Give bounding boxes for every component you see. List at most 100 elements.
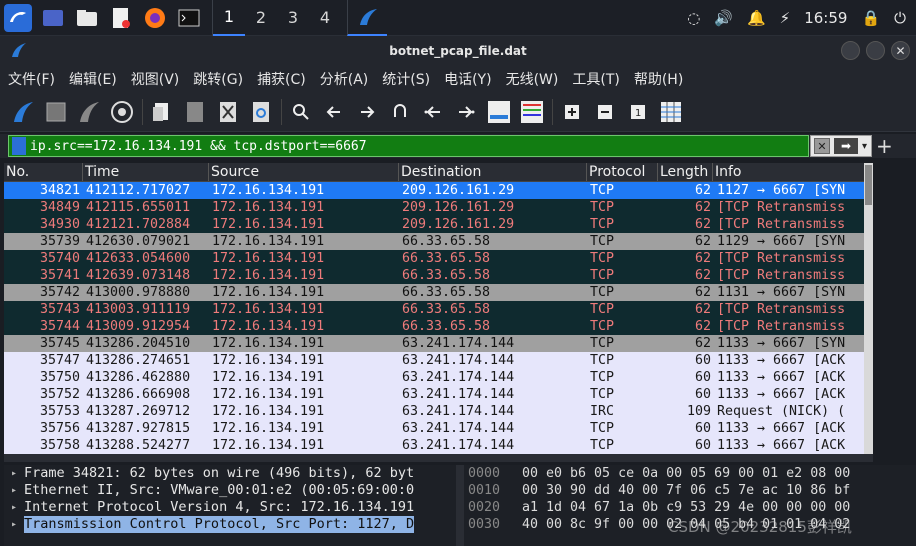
- menu-telephony[interactable]: 电话(Y): [444, 69, 491, 89]
- terminal-icon[interactable]: [176, 5, 202, 31]
- open-file-icon[interactable]: [149, 99, 175, 125]
- column-source[interactable]: Source: [209, 163, 399, 181]
- menu-edit[interactable]: 编辑(E): [69, 69, 117, 89]
- menu-file[interactable]: 文件(F): [8, 69, 55, 89]
- reload-file-icon[interactable]: [248, 99, 274, 125]
- volume-icon[interactable]: 🔊: [714, 9, 733, 27]
- packet-time-cell: 412115.655011: [86, 200, 191, 215]
- packet-row[interactable]: 34849 412115.655011 172.16.134.191 209.126.…: [4, 199, 864, 216]
- pane-splitter[interactable]: [4, 454, 873, 462]
- detail-frame[interactable]: ▸ Frame 34821: 62 bytes on wire (496 bits…: [4, 465, 456, 482]
- packet-row[interactable]: 35750 413286.462880 172.16.134.191 63.241.1…: [4, 369, 864, 386]
- packet-row[interactable]: 35752 413286.666908 172.16.134.191 63.241.1…: [4, 386, 864, 403]
- menu-tools[interactable]: 工具(T): [572, 69, 619, 89]
- first-packet-icon[interactable]: [420, 99, 446, 125]
- text-editor-icon[interactable]: [108, 5, 134, 31]
- column-time[interactable]: Time: [83, 163, 209, 181]
- packet-row[interactable]: 35747 413286.274651 172.16.134.191 63.241.1…: [4, 352, 864, 369]
- packet-row[interactable]: 35740 412633.054600 172.16.134.191 66.33.65…: [4, 250, 864, 267]
- capture-options-icon[interactable]: [109, 99, 135, 125]
- column-protocol[interactable]: Protocol: [587, 163, 658, 181]
- notification-bell-icon[interactable]: 🔔: [747, 9, 766, 27]
- apply-filter-icon[interactable]: ➡: [834, 138, 858, 154]
- display-filter-input[interactable]: ip.src==172.16.134.191 && tcp.dstport==6…: [8, 135, 809, 157]
- power-icon[interactable]: ⚡: [780, 9, 791, 27]
- menu-capture[interactable]: 捕获(C): [257, 69, 306, 89]
- bytes-row[interactable]: 0020 a1 1d 04 67 1a 0b c9 53 29 4e 00 00 …: [464, 499, 916, 516]
- clock[interactable]: 16:59: [804, 9, 847, 27]
- find-packet-icon[interactable]: [288, 99, 314, 125]
- column-length[interactable]: Length: [658, 163, 713, 181]
- minimize-button[interactable]: [841, 41, 860, 60]
- detail-tcp[interactable]: ▸ Transmission Control Protocol, Src Port…: [4, 516, 456, 533]
- packet-time-cell: 413288.524277: [86, 438, 191, 453]
- bytes-row[interactable]: 0010 00 30 90 dd 40 00 7f 06 c5 7e ac 10 …: [464, 482, 916, 499]
- details-bytes-splitter[interactable]: [456, 465, 464, 546]
- workspace-2[interactable]: 2: [245, 8, 277, 27]
- maximize-button[interactable]: [866, 41, 885, 60]
- packet-row[interactable]: 35745 413286.204510 172.16.134.191 63.241.1…: [4, 335, 864, 352]
- start-capture-icon[interactable]: [10, 99, 36, 125]
- go-back-icon[interactable]: [321, 99, 347, 125]
- packet-row[interactable]: 35753 413287.269712 172.16.134.191 63.241.1…: [4, 403, 864, 420]
- packet-row[interactable]: 35744 413009.912954 172.16.134.191 66.33.65…: [4, 318, 864, 335]
- wireshark-task-icon[interactable]: [347, 0, 387, 36]
- menu-view[interactable]: 视图(V): [131, 69, 180, 89]
- filter-history-dropdown-icon[interactable]: ▾: [862, 141, 867, 152]
- packet-row[interactable]: 34930 412121.702884 172.16.134.191 209.126.…: [4, 216, 864, 233]
- last-packet-icon[interactable]: [453, 99, 479, 125]
- expand-arrow-icon[interactable]: ▸: [4, 482, 24, 499]
- zoom-in-icon[interactable]: [559, 99, 585, 125]
- close-button[interactable]: ✕: [891, 41, 910, 60]
- packet-row[interactable]: 35758 413288.524277 172.16.134.191 63.241.1…: [4, 437, 864, 454]
- packet-row[interactable]: 35742 413000.978880 172.16.134.191 66.33.65…: [4, 284, 864, 301]
- packet-row[interactable]: 34821 412112.717027 172.16.134.191 209.126.…: [4, 182, 864, 199]
- packet-dst-cell: 209.126.161.29: [402, 200, 515, 215]
- colorize-icon[interactable]: [519, 99, 545, 125]
- packet-row[interactable]: 35741 412639.073148 172.16.134.191 66.33.65…: [4, 267, 864, 284]
- packet-dst-cell: 63.241.174.144: [402, 387, 515, 402]
- restart-capture-icon[interactable]: [76, 99, 102, 125]
- menu-help[interactable]: 帮助(H): [634, 69, 683, 89]
- normal-size-icon[interactable]: 1: [625, 99, 651, 125]
- bytes-row[interactable]: 0000 00 e0 b6 05 ce 0a 00 05 69 00 01 e2 …: [464, 465, 916, 482]
- expand-arrow-icon[interactable]: ▸: [4, 465, 24, 482]
- menu-bar: 文件(F) 编辑(E) 视图(V) 跳转(G) 捕获(C) 分析(A) 统计(S…: [0, 66, 916, 92]
- zoom-out-icon[interactable]: [592, 99, 618, 125]
- detail-ethernet[interactable]: ▸ Ethernet II, Src: VMware_00:01:e2 (00:0…: [4, 482, 456, 499]
- clear-filter-icon[interactable]: ✕: [814, 138, 830, 154]
- filter-bookmark-icon[interactable]: [12, 137, 26, 155]
- lock-icon[interactable]: 🔒: [861, 9, 880, 27]
- menu-analyze[interactable]: 分析(A): [320, 69, 369, 89]
- menu-statistics[interactable]: 统计(S): [382, 69, 430, 89]
- autoscroll-icon[interactable]: [486, 99, 512, 125]
- column-destination[interactable]: Destination: [399, 163, 587, 181]
- expand-arrow-icon[interactable]: ▸: [4, 499, 24, 516]
- menu-wireless[interactable]: 无线(W): [506, 69, 559, 89]
- workspace-4[interactable]: 4: [309, 8, 341, 27]
- go-to-packet-icon[interactable]: [387, 99, 413, 125]
- go-forward-icon[interactable]: [354, 99, 380, 125]
- file-manager-icon[interactable]: [74, 5, 100, 31]
- packet-row[interactable]: 35739 412630.079021 172.16.134.191 66.33.65…: [4, 233, 864, 250]
- logout-icon[interactable]: ⏻: [894, 9, 906, 27]
- expand-arrow-icon[interactable]: ▸: [4, 516, 24, 533]
- packet-row[interactable]: 35756 413287.927815 172.16.134.191 63.241.1…: [4, 420, 864, 437]
- workspace-3[interactable]: 3: [277, 8, 309, 27]
- detail-ipv4[interactable]: ▸ Internet Protocol Version 4, Src: 172.1…: [4, 499, 456, 516]
- terminal-launcher-icon[interactable]: [40, 5, 66, 31]
- kali-menu-icon[interactable]: [4, 3, 32, 32]
- packet-dst-cell: 63.241.174.144: [402, 370, 515, 385]
- add-filter-button[interactable]: +: [876, 134, 893, 158]
- workspace-1[interactable]: 1: [213, 0, 245, 36]
- menu-go[interactable]: 跳转(G): [193, 69, 243, 89]
- column-info[interactable]: Info: [713, 163, 864, 181]
- column-no[interactable]: No.: [4, 163, 83, 181]
- close-file-icon[interactable]: [215, 99, 241, 125]
- resize-columns-icon[interactable]: [658, 99, 684, 125]
- packet-row[interactable]: 35743 413003.911119 172.16.134.191 66.33.65…: [4, 301, 864, 318]
- stop-capture-icon[interactable]: [43, 99, 69, 125]
- packet-list-vscrollbar[interactable]: [864, 163, 873, 454]
- firefox-icon[interactable]: [142, 5, 168, 31]
- save-file-icon[interactable]: [182, 99, 208, 125]
